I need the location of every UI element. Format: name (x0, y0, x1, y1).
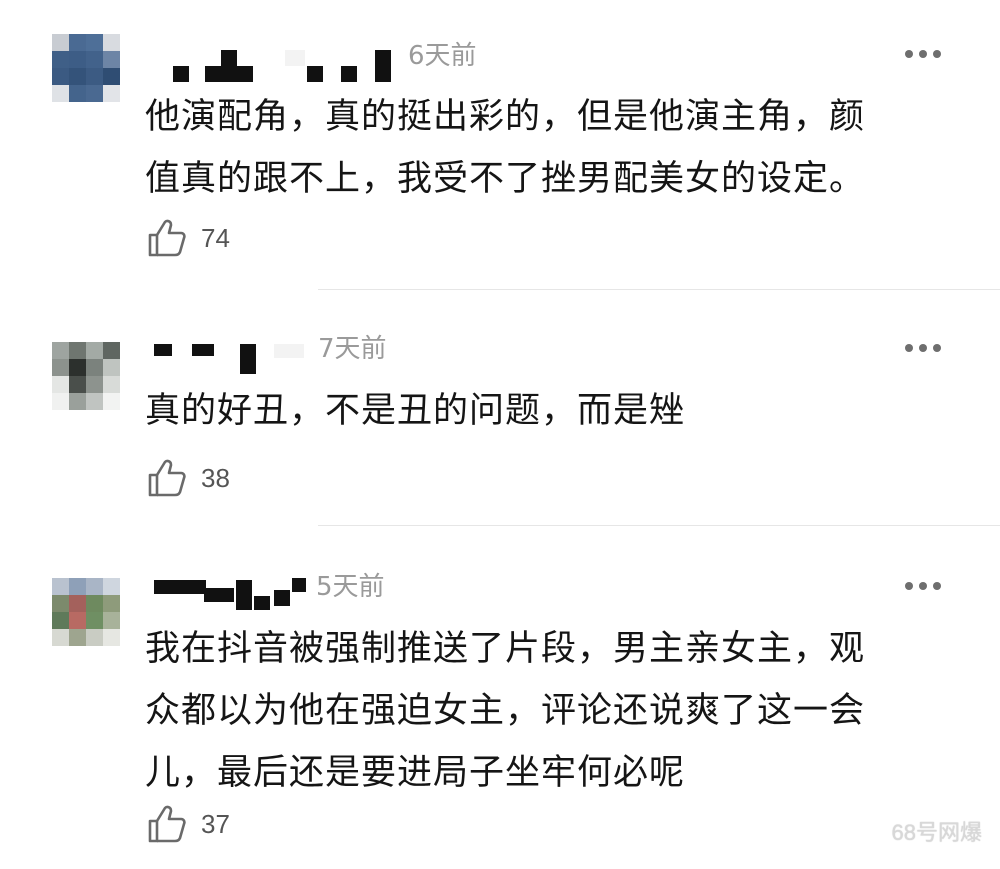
thumb-up-icon (148, 805, 186, 843)
comment-text: 我在抖音被强制推送了片段，男主亲女主，观 众都以为他在强迫女主，评论还说爽了这一… (145, 618, 945, 804)
like-count: 37 (201, 808, 230, 839)
comment-text-line: 我在抖音被强制推送了片段，男主亲女主，观 (145, 629, 866, 669)
username-redacted[interactable] (150, 340, 320, 374)
comment-text-line: 儿，最后还是要进局子坐牢何必呢 (145, 753, 686, 793)
like-button[interactable]: 38 (147, 458, 230, 498)
thumb-up-icon (148, 459, 186, 497)
comment-text-line: 众都以为他在强迫女主，评论还说爽了这一会 (145, 691, 866, 731)
comment-time: 5天前 (316, 572, 385, 602)
avatar[interactable] (52, 342, 120, 410)
more-options-button[interactable] (905, 48, 941, 60)
watermark: 68号网爆 (891, 820, 982, 845)
thumb-up-icon (148, 219, 186, 257)
comment-item: 7天前 真的好丑，不是丑的问题，而是矬 38 (0, 290, 1000, 526)
more-options-button[interactable] (905, 342, 941, 354)
comment-time: 7天前 (318, 334, 387, 364)
comment-item: 6天前 他演配角，真的挺出彩的，但是他演主角，颜 值真的跟不上，我受不了挫男配美… (0, 0, 1000, 290)
more-options-button[interactable] (905, 580, 941, 592)
username-redacted[interactable] (165, 48, 405, 82)
like-button[interactable]: 37 (147, 804, 230, 844)
comment-text-line: 他演配角，真的挺出彩的，但是他演主角，颜 (145, 97, 866, 137)
comment-text: 他演配角，真的挺出彩的，但是他演主角，颜 值真的跟不上，我受不了挫男配美女的设定… (145, 86, 945, 210)
avatar[interactable] (52, 34, 120, 102)
comment-item: 5天前 我在抖音被强制推送了片段，男主亲女主，观 众都以为他在强迫女主，评论还说… (0, 526, 1000, 869)
like-count: 74 (201, 222, 230, 253)
comment-text: 真的好丑，不是丑的问题，而是矬 (145, 380, 945, 442)
like-count: 38 (201, 462, 230, 493)
like-button[interactable]: 74 (147, 218, 230, 258)
avatar[interactable] (52, 578, 120, 646)
comment-time: 6天前 (408, 41, 477, 71)
comment-text-line: 真的好丑，不是丑的问题，而是矬 (145, 391, 686, 431)
comment-text-line: 值真的跟不上，我受不了挫男配美女的设定。 (145, 159, 866, 199)
username-redacted[interactable] (152, 576, 312, 610)
